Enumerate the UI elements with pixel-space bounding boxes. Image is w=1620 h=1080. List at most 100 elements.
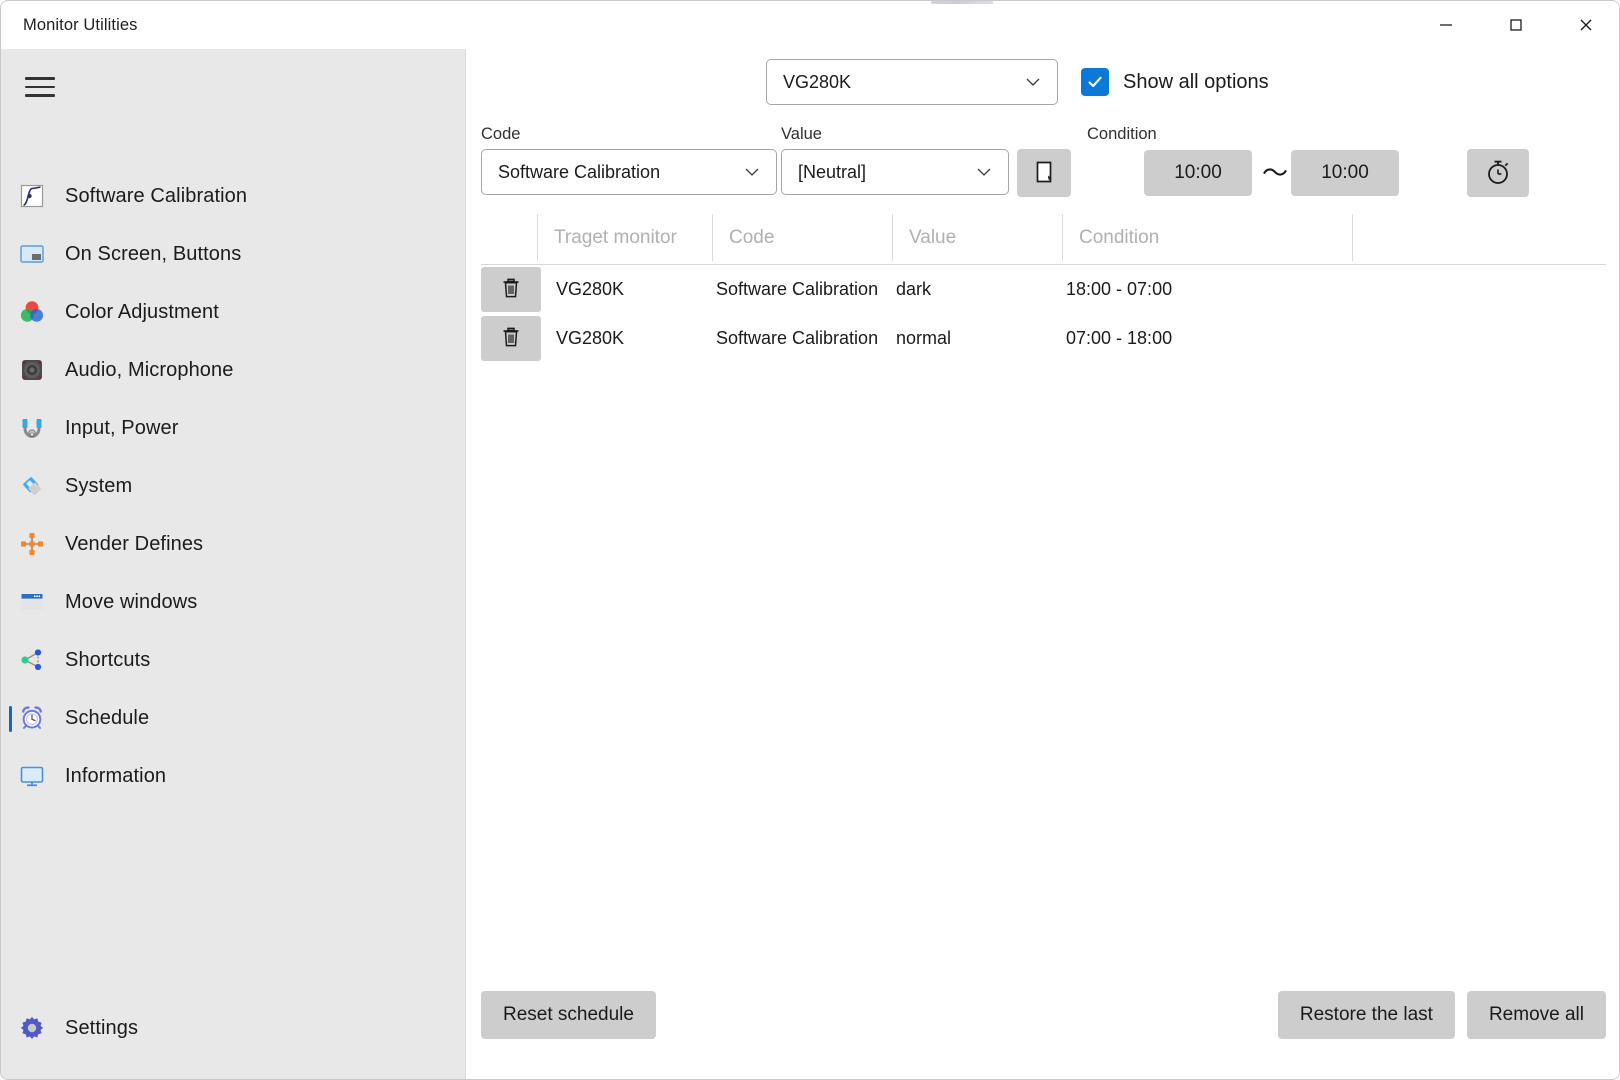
sidebar-item-label: Audio, Microphone — [65, 359, 233, 382]
system-icon — [15, 469, 49, 503]
reset-schedule-button[interactable]: Reset schedule — [481, 991, 656, 1039]
sidebar-item-label: Software Calibration — [65, 185, 247, 208]
sidebar-item-information[interactable]: Information — [1, 747, 466, 805]
value-field-label: Value — [781, 125, 822, 144]
selection-indicator — [9, 358, 12, 384]
sidebar-item-label: Input, Power — [65, 417, 179, 440]
code-field-label: Code — [481, 125, 520, 144]
minimize-button[interactable] — [1411, 1, 1481, 48]
checkmark-icon — [1085, 72, 1105, 92]
chevron-down-icon — [972, 160, 996, 184]
on-screen-display-icon — [15, 237, 49, 271]
monitor-select[interactable]: VG280K — [766, 59, 1058, 105]
sidebar-item-audio-microphone[interactable]: Audio, Microphone — [1, 341, 466, 399]
note-pen-button[interactable] — [1017, 149, 1071, 197]
selection-indicator — [9, 416, 12, 442]
selection-indicator — [9, 764, 12, 790]
sidebar-item-shortcuts[interactable]: Shortcuts — [1, 631, 466, 689]
close-button[interactable] — [1551, 1, 1620, 48]
selection-indicator — [9, 300, 12, 326]
table-header-row: Traget monitor Code Value Condition — [481, 211, 1606, 265]
selection-indicator — [9, 184, 12, 210]
monitor-select-value: VG280K — [783, 72, 851, 93]
sidebar-item-settings[interactable]: Settings — [1, 999, 466, 1057]
table-header-target-monitor[interactable]: Traget monitor — [537, 211, 712, 264]
condition-start-time-button[interactable]: 10:00 — [1144, 150, 1252, 196]
hamburger-line — [25, 86, 55, 88]
checkbox-box — [1081, 68, 1109, 96]
sidebar-item-label: Information — [65, 765, 166, 788]
remove-all-button[interactable]: Remove all — [1467, 991, 1606, 1039]
gear-icon — [15, 1011, 49, 1045]
value-select[interactable]: [Neutral] — [781, 149, 1009, 195]
table-header-code[interactable]: Code — [712, 211, 892, 264]
sidebar-item-system[interactable]: System — [1, 457, 466, 515]
shortcuts-share-icon — [15, 643, 49, 677]
show-all-options-checkbox[interactable]: Show all options — [1081, 68, 1269, 96]
sidebar-item-input-power[interactable]: Input, Power — [1, 399, 466, 457]
sidebar-item-on-screen-buttons[interactable]: On Screen, Buttons — [1, 225, 466, 283]
sidebar-item-label: On Screen, Buttons — [65, 243, 241, 266]
table-header-condition[interactable]: Condition — [1062, 211, 1352, 264]
table-header-select — [481, 211, 537, 264]
sidebar-item-label: Color Adjustment — [65, 301, 219, 324]
condition-end-time-button[interactable]: 10:00 — [1291, 150, 1399, 196]
table-header-value[interactable]: Value — [892, 211, 1062, 264]
maximize-button[interactable] — [1481, 1, 1551, 48]
time-range-separator: 〜 — [1262, 153, 1288, 190]
cell-condition: 18:00 - 07:00 — [1066, 279, 1356, 300]
table-row[interactable]: VG280K Software Calibration normal 07:00… — [481, 314, 1606, 363]
stopwatch-icon — [1484, 158, 1512, 189]
restore-the-last-button[interactable]: Restore the last — [1278, 991, 1455, 1039]
monitor-info-icon — [15, 759, 49, 793]
calibration-curve-icon — [15, 179, 49, 213]
schedule-table: Traget monitor Code Value Condition — [481, 211, 1606, 363]
hamburger-line — [25, 77, 55, 79]
trash-icon — [499, 325, 523, 352]
footer-left-actions: Reset schedule — [481, 991, 656, 1039]
app-window: Monitor Utilities — [0, 0, 1620, 1080]
speaker-icon — [15, 353, 49, 387]
color-wheel-icon — [15, 295, 49, 329]
window-move-icon — [15, 585, 49, 619]
sidebar-item-color-adjustment[interactable]: Color Adjustment — [1, 283, 466, 341]
main-panel: VG280K Show all options Code Value Condi… — [467, 49, 1620, 1080]
cell-value: normal — [896, 328, 1066, 349]
sidebar-item-label: Shortcuts — [65, 649, 150, 672]
cell-code: Software Calibration — [716, 328, 896, 349]
sidebar: Software Calibration On Screen, Buttons — [1, 49, 466, 1080]
selection-indicator — [9, 706, 12, 732]
selection-indicator — [9, 532, 12, 558]
selection-indicator — [9, 242, 12, 268]
hamburger-menu-button[interactable] — [16, 65, 64, 109]
window-controls — [1411, 1, 1620, 48]
sidebar-settings-section: Settings — [1, 999, 466, 1057]
code-select[interactable]: Software Calibration — [481, 149, 777, 195]
condition-field-label: Condition — [1087, 125, 1157, 144]
app-title: Monitor Utilities — [23, 16, 137, 35]
sidebar-item-schedule[interactable]: Schedule — [1, 689, 466, 747]
sidebar-item-label: System — [65, 475, 132, 498]
note-pen-icon — [1031, 159, 1057, 188]
sidebar-item-software-calibration[interactable]: Software Calibration — [1, 167, 466, 225]
cell-condition: 07:00 - 18:00 — [1066, 328, 1356, 349]
hamburger-line — [25, 94, 55, 96]
cell-value: dark — [896, 279, 1066, 300]
sidebar-nav: Software Calibration On Screen, Buttons — [1, 167, 466, 805]
trash-icon — [499, 276, 523, 303]
input-power-icon — [15, 411, 49, 445]
table-row[interactable]: VG280K Software Calibration dark 18:00 -… — [481, 265, 1606, 314]
sidebar-item-label: Schedule — [65, 707, 149, 730]
sidebar-item-vender-defines[interactable]: Vender Defines — [1, 515, 466, 573]
cell-target-monitor: VG280K — [543, 328, 716, 349]
delete-row-button[interactable] — [481, 267, 541, 312]
title-bar: Monitor Utilities — [1, 1, 1620, 49]
delete-row-button[interactable] — [481, 316, 541, 361]
stopwatch-button[interactable] — [1467, 149, 1529, 197]
sidebar-item-move-windows[interactable]: Move windows — [1, 573, 466, 631]
selection-indicator — [9, 1016, 12, 1042]
code-select-value: Software Calibration — [498, 162, 660, 183]
window-drag-indicator — [931, 1, 993, 4]
monitor-selection-row: VG280K Show all options — [766, 59, 1269, 105]
sidebar-item-label: Settings — [65, 1017, 138, 1040]
